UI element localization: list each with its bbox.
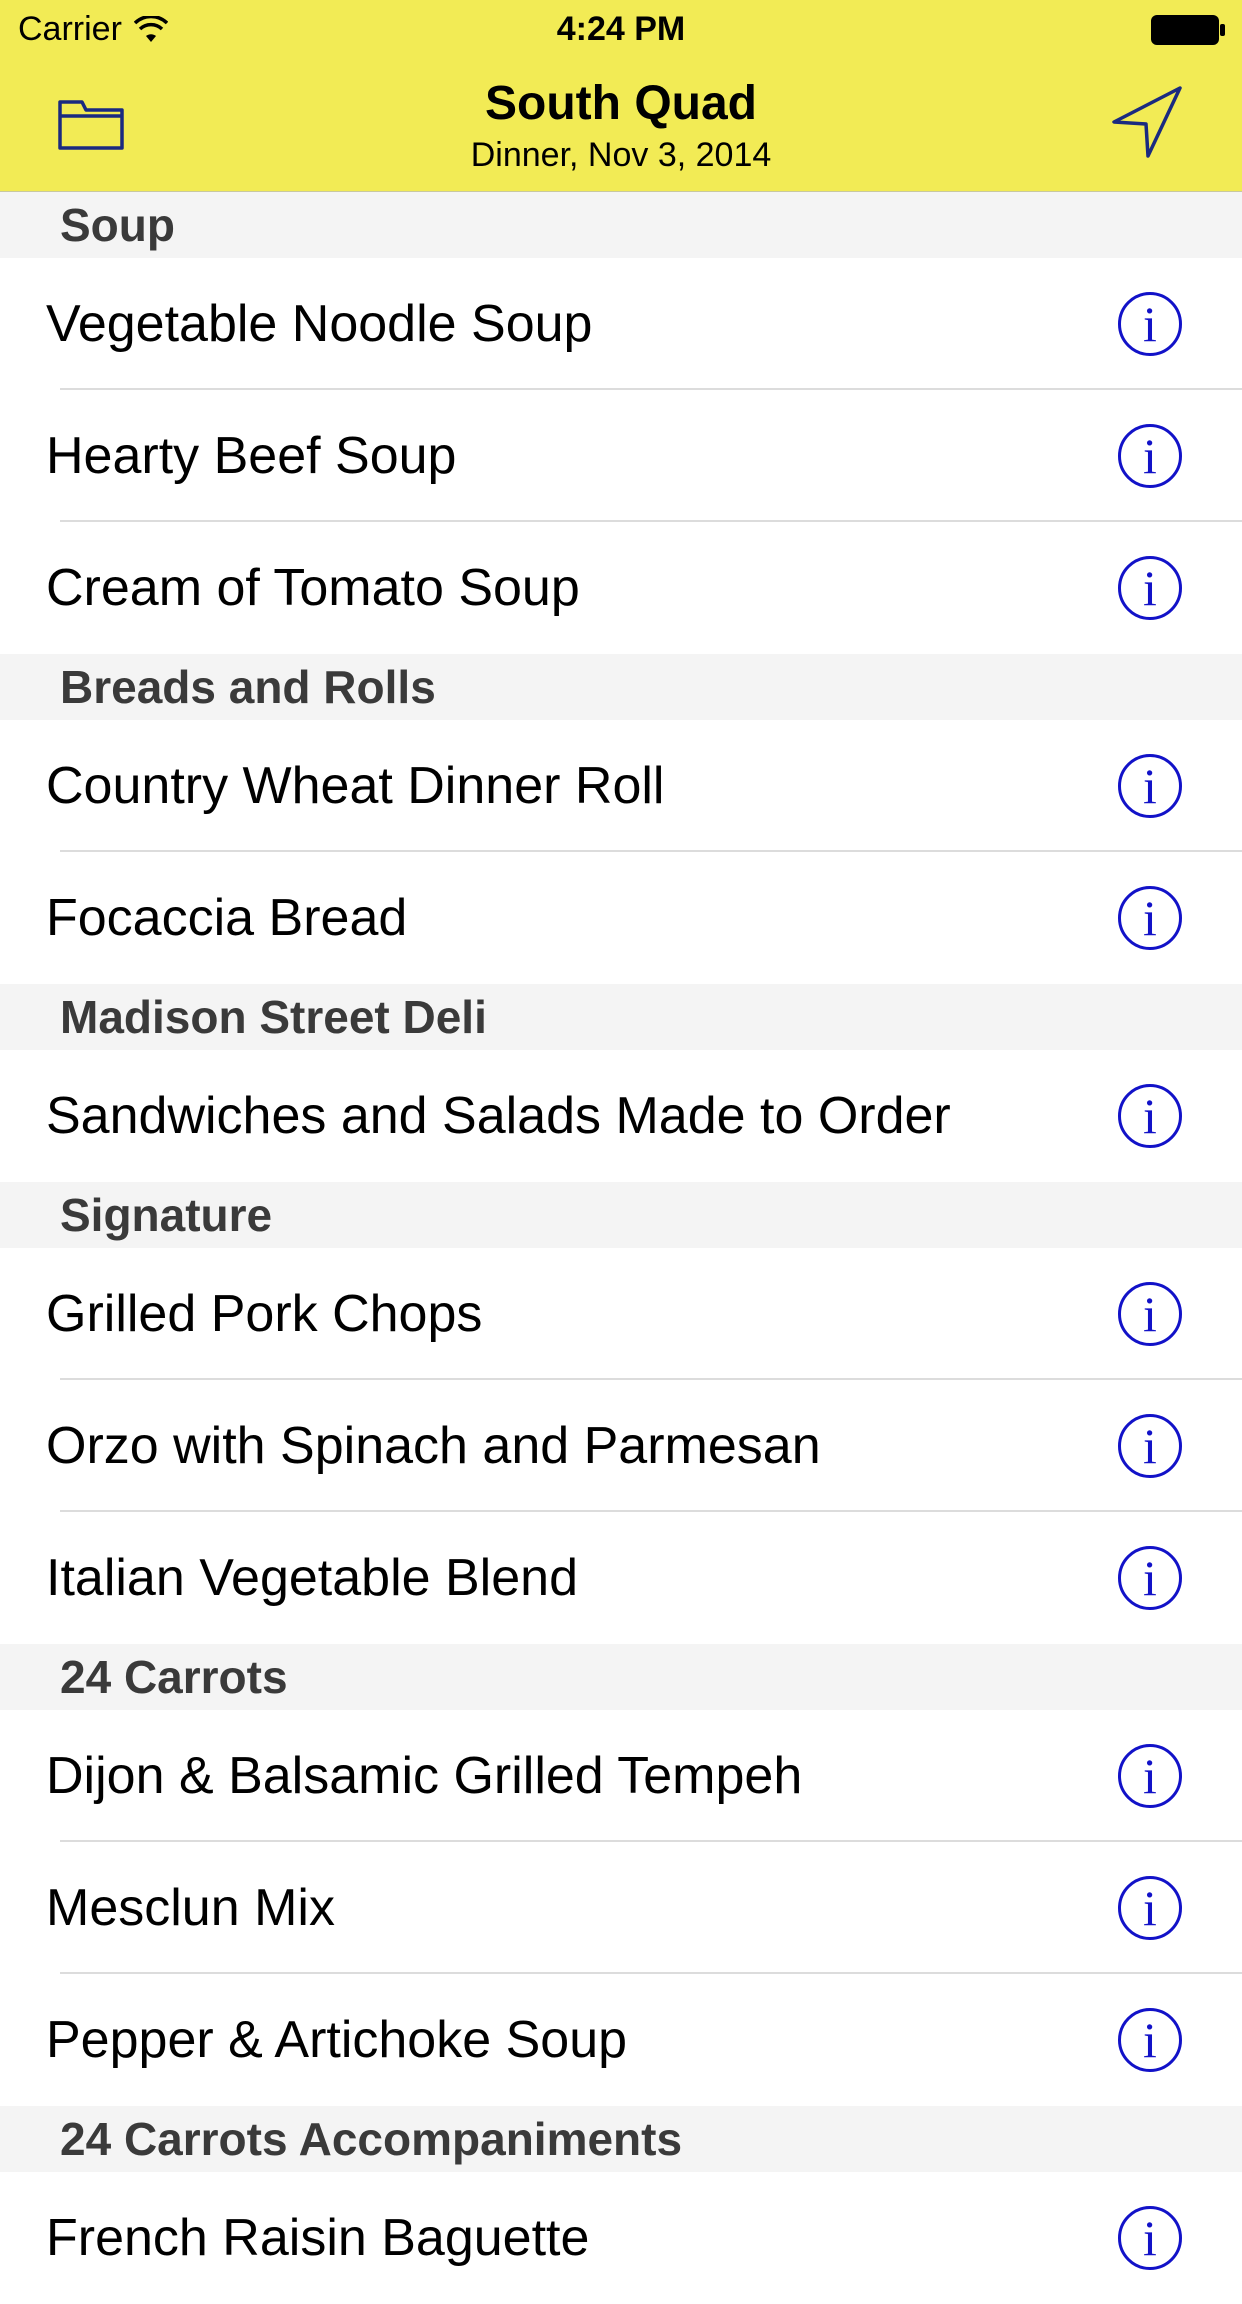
section-header: Breads and Rolls xyxy=(0,654,1242,720)
menu-item-row[interactable]: Mesclun Mix i xyxy=(0,1842,1242,1974)
menu-item-row[interactable]: French Raisin Baguette i xyxy=(0,2172,1242,2304)
menu-item-row[interactable]: Grilled Pork Chops i xyxy=(0,1248,1242,1380)
info-icon[interactable]: i xyxy=(1118,1744,1182,1808)
info-icon[interactable]: i xyxy=(1118,556,1182,620)
status-bar: Carrier 4:24 PM xyxy=(0,0,1242,60)
menu-item-label: Dijon & Balsamic Grilled Tempeh xyxy=(46,1747,803,1805)
menu-item-row[interactable]: Hearty Beef Soup i xyxy=(0,390,1242,522)
info-icon[interactable]: i xyxy=(1118,292,1182,356)
menu-item-label: Mesclun Mix xyxy=(46,1879,335,1937)
menu-item-label: Sandwiches and Salads Made to Order xyxy=(46,1087,951,1145)
section-header: 24 Carrots Accompaniments xyxy=(0,2106,1242,2172)
menu-item-row[interactable]: Cream of Tomato Soup i xyxy=(0,522,1242,654)
section-header: 24 Carrots xyxy=(0,1644,1242,1710)
battery-icon xyxy=(1151,15,1225,45)
menu-item-row[interactable]: Focaccia Bread i xyxy=(0,852,1242,984)
status-time: 4:24 PM xyxy=(556,10,686,48)
info-icon[interactable]: i xyxy=(1118,1282,1182,1346)
location-arrow-icon[interactable] xyxy=(1110,84,1184,160)
menu-item-row[interactable]: Country Wheat Dinner Roll i xyxy=(0,720,1242,852)
info-icon[interactable]: i xyxy=(1118,2206,1182,2270)
menu-item-row[interactable]: Dijon & Balsamic Grilled Tempeh i xyxy=(0,1710,1242,1842)
info-icon[interactable]: i xyxy=(1118,1084,1182,1148)
folder-icon[interactable] xyxy=(56,94,126,154)
navigation-header: Carrier 4:24 PM South Quad Dinner, Nov 3… xyxy=(0,0,1242,192)
info-icon[interactable]: i xyxy=(1118,886,1182,950)
menu-item-row[interactable]: Sandwiches and Salads Made to Order i xyxy=(0,1050,1242,1182)
menu-item-label: Italian Vegetable Blend xyxy=(46,1549,578,1607)
menu-item-label: Hearty Beef Soup xyxy=(46,427,457,485)
page-title: South Quad xyxy=(485,77,757,130)
menu-item-row[interactable]: Italian Vegetable Blend i xyxy=(0,1512,1242,1644)
menu-item-label: Vegetable Noodle Soup xyxy=(46,295,593,353)
info-icon[interactable]: i xyxy=(1118,1546,1182,1610)
info-icon[interactable]: i xyxy=(1118,424,1182,488)
info-icon[interactable]: i xyxy=(1118,1876,1182,1940)
menu-item-label: Focaccia Bread xyxy=(46,889,408,947)
section-header: Signature xyxy=(0,1182,1242,1248)
menu-item-label: French Raisin Baguette xyxy=(46,2209,590,2267)
section-header: Soup xyxy=(0,192,1242,258)
menu-item-row[interactable]: Pepper & Artichoke Soup i xyxy=(0,1974,1242,2106)
section-header: Madison Street Deli xyxy=(0,984,1242,1050)
menu-list: Soup Vegetable Noodle Soup i Hearty Beef So… xyxy=(0,192,1242,2304)
menu-item-label: Orzo with Spinach and Parmesan xyxy=(46,1417,821,1475)
menu-item-label: Country Wheat Dinner Roll xyxy=(46,757,665,815)
menu-item-label: Cream of Tomato Soup xyxy=(46,559,580,617)
menu-item-row[interactable]: Orzo with Spinach and Parmesan i xyxy=(0,1380,1242,1512)
info-icon[interactable]: i xyxy=(1118,754,1182,818)
menu-item-label: Pepper & Artichoke Soup xyxy=(46,2011,628,2069)
menu-item-row[interactable]: Vegetable Noodle Soup i xyxy=(0,258,1242,390)
info-icon[interactable]: i xyxy=(1118,1414,1182,1478)
menu-item-label: Grilled Pork Chops xyxy=(46,1285,483,1343)
page-subtitle: Dinner, Nov 3, 2014 xyxy=(470,136,772,174)
info-icon[interactable]: i xyxy=(1118,2008,1182,2072)
